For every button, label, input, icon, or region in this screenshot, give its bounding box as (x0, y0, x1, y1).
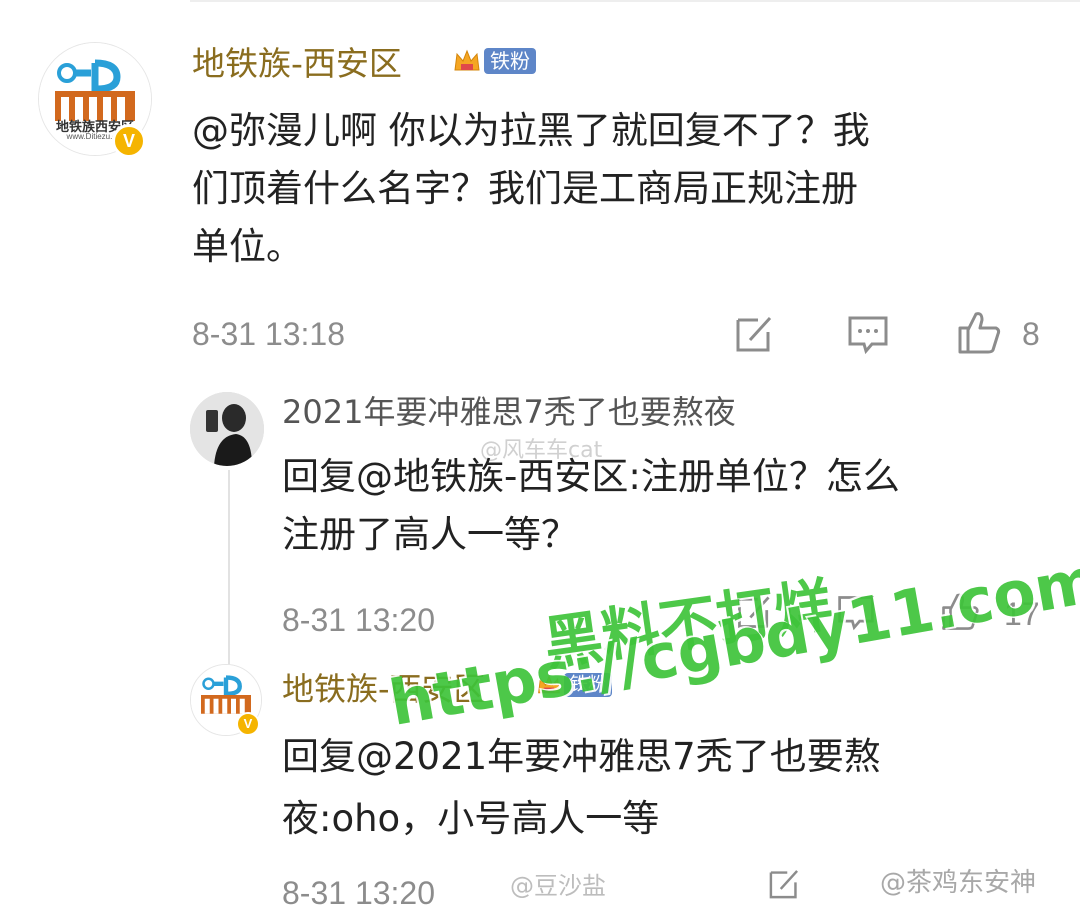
comment-text: 们顶着什么名字？我们是工商局正规注册 (192, 167, 858, 210)
verified-v-icon: V (236, 712, 260, 736)
thread-line (228, 470, 230, 670)
reply-timestamp: 8-31 13:20 (282, 602, 436, 638)
like-count: 8 (1022, 316, 1040, 352)
comment-body-line: @弥漫儿啊 你以为拉黑了就回复不了？我 (192, 102, 1042, 160)
reply-text: 夜:oho，小号高人一等 (282, 797, 660, 840)
like-icon[interactable] (956, 308, 1004, 356)
fan-badge-label: 铁粉 (484, 48, 536, 74)
weibo-watermark-3: @茶鸡东安神 (880, 868, 1037, 898)
repost-icon[interactable] (732, 312, 776, 356)
repost-icon[interactable] (766, 866, 802, 902)
reply-text: 回复@地铁族-西安区:注册单位？怎么 (282, 455, 900, 498)
comment-username[interactable]: 地铁族-西安区 (192, 42, 402, 86)
comment-body: @弥漫儿啊 你以为拉黑了就回复不了？我 们顶着什么名字？我们是工商局正规注册 单… (192, 102, 1042, 276)
reply-text: 注册了高人一等？ (282, 513, 578, 556)
top-divider (190, 0, 1080, 10)
comment-text: 单位。 (192, 225, 303, 268)
weibo-watermark-2: @豆沙盐 (510, 872, 606, 900)
reply-username[interactable]: 2021年要冲雅思7秃了也要熬夜 (282, 391, 736, 433)
reply-timestamp: 8-31 13:20 (282, 875, 436, 911)
avatar-user[interactable] (190, 392, 264, 466)
crown-icon (454, 49, 480, 71)
comment-text: 你以为拉黑了就回复不了？我 (377, 109, 870, 152)
reply-body: 回复@地铁族-西安区:注册单位？怎么 注册了高人一等？ (282, 448, 1052, 564)
comment-icon[interactable] (846, 312, 890, 356)
fan-badge: 铁粉 (452, 46, 536, 76)
user-photo-icon (190, 392, 264, 466)
comment-timestamp: 8-31 13:18 (192, 316, 346, 352)
reply-body: 回复@2021年要冲雅思7秃了也要熬 夜:oho，小号高人一等 (282, 726, 1052, 850)
mention-link[interactable]: @弥漫儿啊 (192, 109, 377, 152)
verified-v-icon: V (112, 124, 146, 158)
